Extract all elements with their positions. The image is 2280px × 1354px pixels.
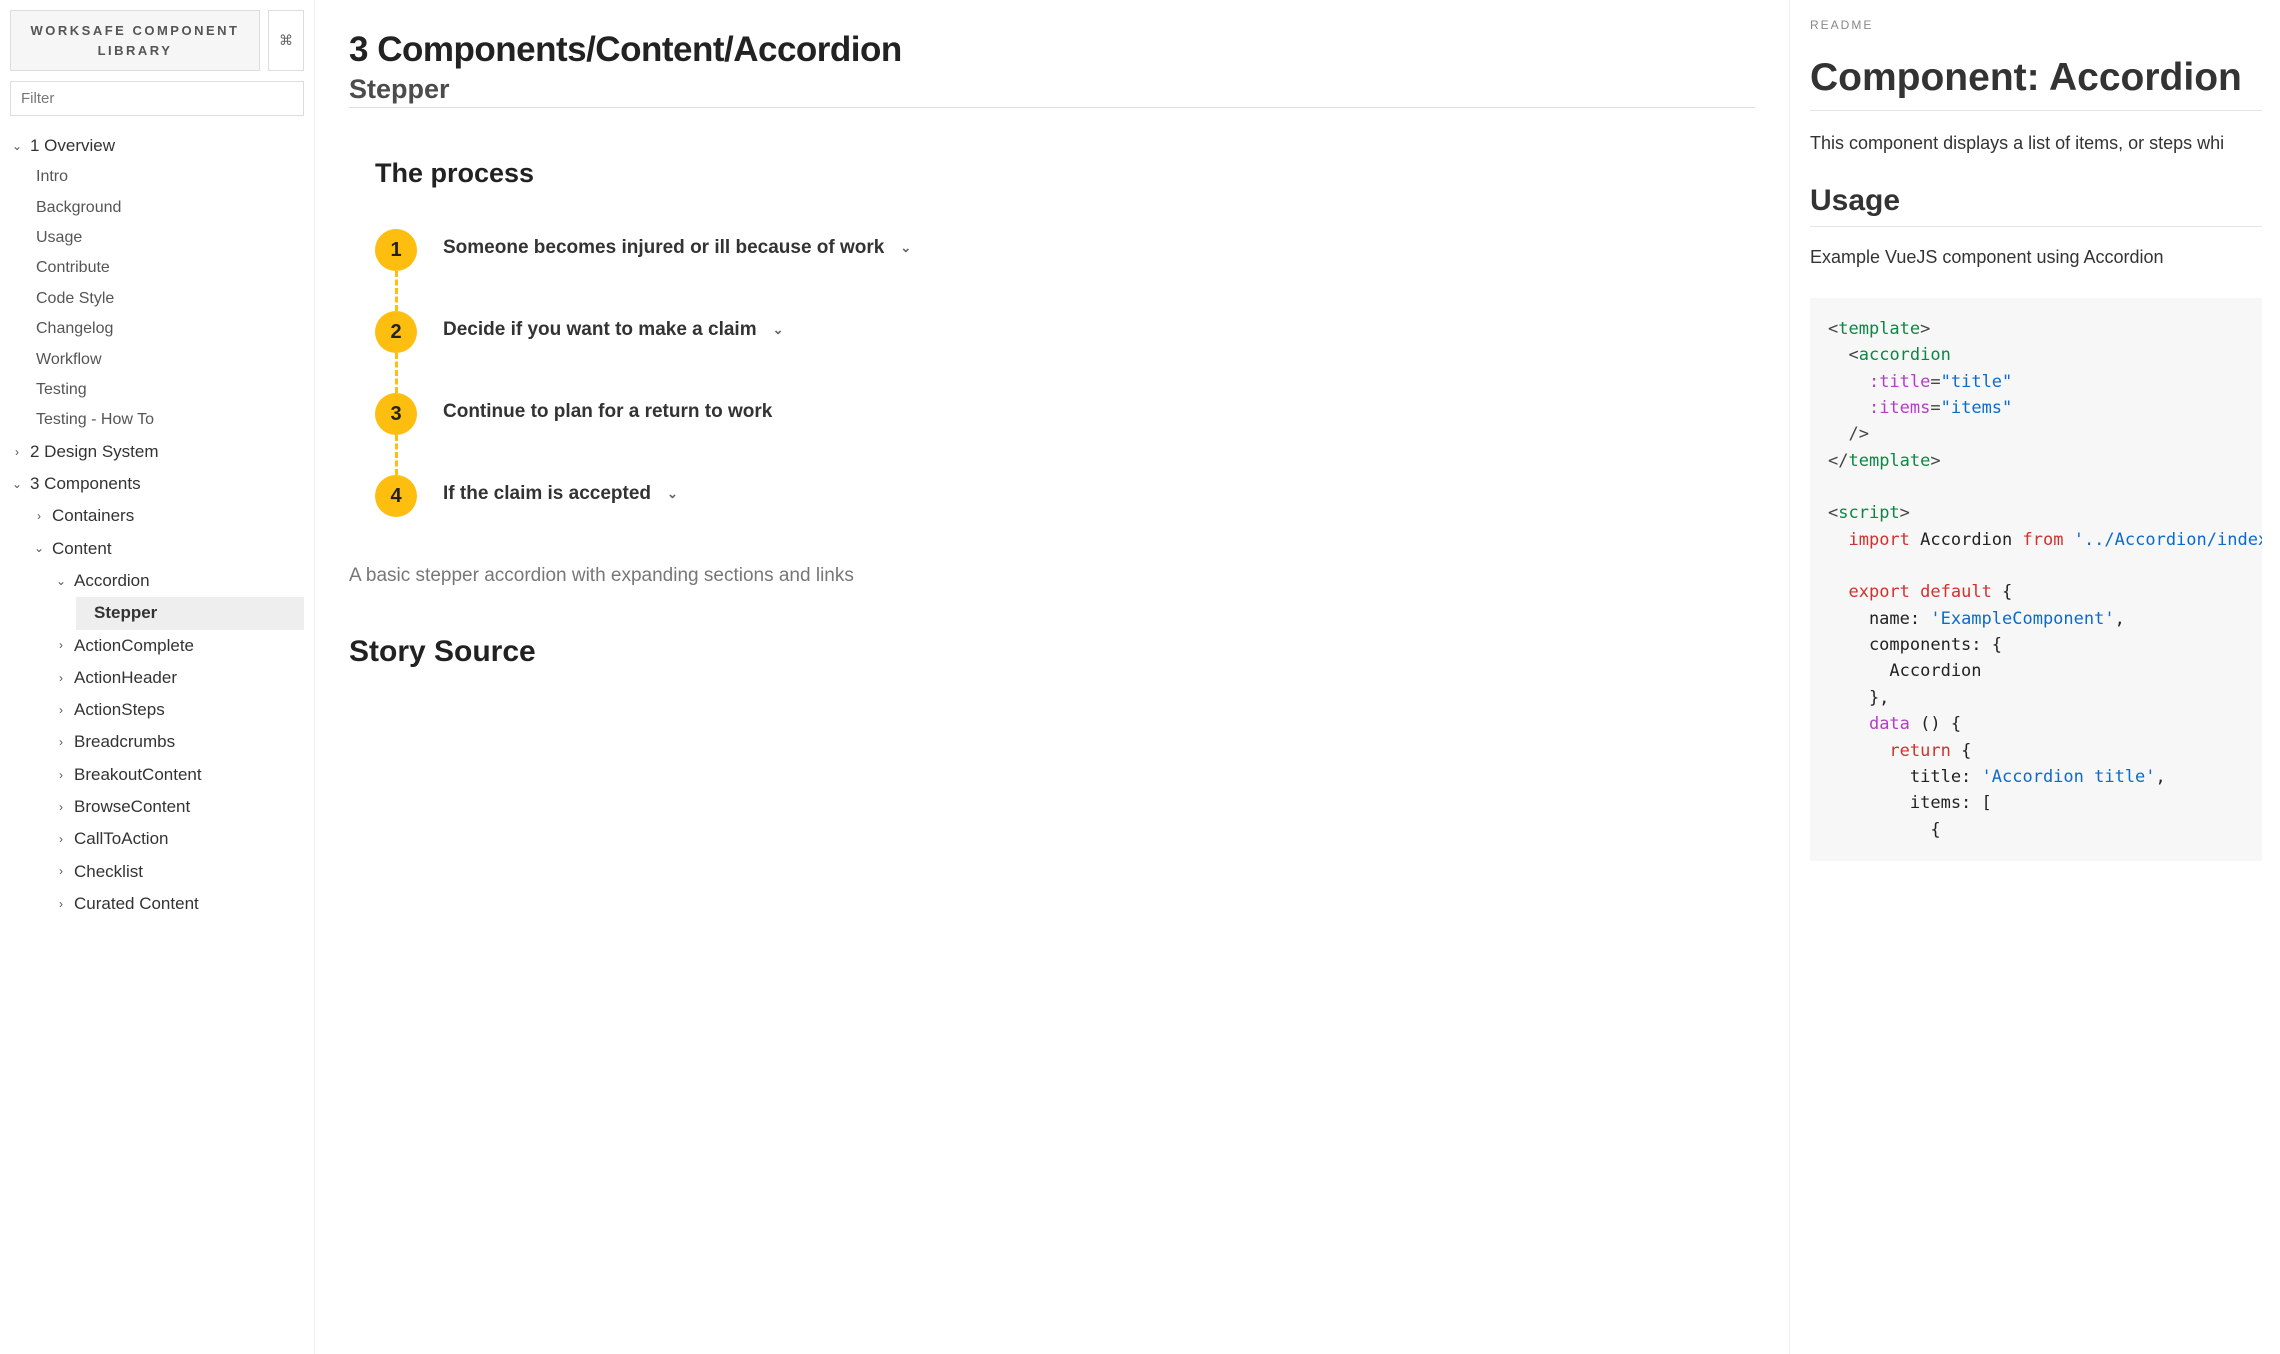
chevron-down-icon: ⌄ <box>10 135 24 158</box>
tree-item-stepper[interactable]: Stepper <box>76 597 304 629</box>
step-label: Decide if you want to make a claim <box>443 319 757 341</box>
readme-label: README <box>1810 18 2262 32</box>
step-badge: 2 <box>375 311 417 353</box>
tree-item-containers: › Containers <box>32 500 304 532</box>
step-badge: 4 <box>375 475 417 517</box>
chevron-right-icon: › <box>54 893 68 916</box>
tree-label: Accordion <box>74 565 150 597</box>
readme-intro: This component displays a list of items,… <box>1810 133 2262 154</box>
brand-title: WORKSAFE COMPONENT LIBRARY <box>10 10 260 71</box>
step-3[interactable]: 3 Continue to plan for a return to work <box>375 393 1755 475</box>
tree-label: BreakoutContent <box>74 759 202 791</box>
chevron-right-icon: › <box>10 441 24 464</box>
tree-item-contribute[interactable]: Contribute <box>32 253 304 283</box>
tree-label: CallToAction <box>74 823 169 855</box>
tree-label: Stepper <box>94 597 157 629</box>
tree-item-curatedcontent[interactable]: › Curated Content <box>54 888 304 920</box>
tree-label: ActionSteps <box>74 694 165 726</box>
page-title: 3 Components/Content/Accordion <box>349 30 1755 70</box>
tree-toggle-overview[interactable]: ⌄ 1 Overview <box>10 130 304 162</box>
tree-item-changelog[interactable]: Changelog <box>32 314 304 344</box>
tree-label: ActionComplete <box>74 630 194 662</box>
tree-item-browsecontent[interactable]: › BrowseContent <box>54 791 304 823</box>
tree-item-testing[interactable]: Testing <box>32 375 304 405</box>
tree-section-designsystem: › 2 Design System <box>10 436 304 468</box>
tree-label: Content <box>52 533 112 565</box>
shortcut-button[interactable]: ⌘ <box>268 10 304 71</box>
step-2[interactable]: 2 Decide if you want to make a claim ⌄ <box>375 311 1755 393</box>
tree-toggle-containers[interactable]: › Containers <box>32 500 304 532</box>
main-canvas: 3 Components/Content/Accordion Stepper T… <box>315 0 1789 1354</box>
step-label: Someone becomes injured or ill because o… <box>443 237 884 259</box>
tree-label: 1 Overview <box>30 130 115 162</box>
chevron-right-icon: › <box>32 505 46 528</box>
readme-panel: README Component: Accordion This compone… <box>1790 0 2280 1354</box>
process-heading: The process <box>375 158 1755 189</box>
page-subtitle: Stepper <box>349 74 1755 108</box>
tree-item-actionsteps[interactable]: › ActionSteps <box>54 694 304 726</box>
code-block[interactable]: <template> <accordion :title="title" :it… <box>1810 298 2262 861</box>
step-label: If the claim is accepted <box>443 483 651 505</box>
chevron-down-icon: ⌄ <box>773 322 784 338</box>
tree-label: Breadcrumbs <box>74 726 175 758</box>
tree-item-usage[interactable]: Usage <box>32 223 304 253</box>
tree-item-testing-howto[interactable]: Testing - How To <box>32 405 304 435</box>
tree-item-intro[interactable]: Intro <box>32 162 304 192</box>
tree-item-calltoaction[interactable]: › CallToAction <box>54 823 304 855</box>
step-badge: 3 <box>375 393 417 435</box>
tree-label: 3 Components <box>30 468 141 500</box>
tree-label: ActionHeader <box>74 662 177 694</box>
filter-input[interactable] <box>10 81 304 116</box>
tree-item-workflow[interactable]: Workflow <box>32 345 304 375</box>
tree-toggle-content[interactable]: ⌄ Content <box>32 533 304 565</box>
chevron-down-icon: ⌄ <box>10 473 24 496</box>
chevron-right-icon: › <box>54 764 68 787</box>
story-caption: A basic stepper accordion with expanding… <box>349 565 1755 587</box>
tree-item-codestyle[interactable]: Code Style <box>32 284 304 314</box>
chevron-right-icon: › <box>54 860 68 883</box>
stepper: 1 Someone becomes injured or ill because… <box>375 229 1755 517</box>
step-4[interactable]: 4 If the claim is accepted ⌄ <box>375 475 1755 517</box>
tree-label: 2 Design System <box>30 436 159 468</box>
chevron-right-icon: › <box>54 828 68 851</box>
tree-item-breakoutcontent[interactable]: › BreakoutContent <box>54 759 304 791</box>
readme-h2: Usage <box>1810 184 2262 227</box>
readme-usage-intro: Example VueJS component using Accordion <box>1810 247 2262 268</box>
tree-toggle-components[interactable]: ⌄ 3 Components <box>10 468 304 500</box>
readme-h1: Component: Accordion <box>1810 56 2262 111</box>
step-1[interactable]: 1 Someone becomes injured or ill because… <box>375 229 1755 311</box>
nav-tree: ⌄ 1 Overview Intro Background Usage Cont… <box>10 130 304 920</box>
chevron-right-icon: › <box>54 699 68 722</box>
chevron-down-icon: ⌄ <box>900 240 911 256</box>
step-badge: 1 <box>375 229 417 271</box>
story-source-heading: Story Source <box>349 635 1755 669</box>
tree-item-accordion: ⌄ Accordion Stepper <box>54 565 304 630</box>
chevron-right-icon: › <box>54 634 68 657</box>
tree-item-background[interactable]: Background <box>32 193 304 223</box>
tree-section-components: ⌄ 3 Components › Containers ⌄ Content <box>10 468 304 920</box>
chevron-right-icon: › <box>54 667 68 690</box>
tree-item-actionheader[interactable]: › ActionHeader <box>54 662 304 694</box>
tree-label: Containers <box>52 500 134 532</box>
tree-item-checklist[interactable]: › Checklist <box>54 856 304 888</box>
chevron-down-icon: ⌄ <box>667 486 678 502</box>
chevron-down-icon: ⌄ <box>54 570 68 593</box>
sidebar: WORKSAFE COMPONENT LIBRARY ⌘ ⌄ 1 Overvie… <box>0 0 315 1354</box>
tree-label: Checklist <box>74 856 143 888</box>
tree-item-content: ⌄ Content ⌄ Accordion Stepper <box>32 533 304 921</box>
tree-label: BrowseContent <box>74 791 190 823</box>
chevron-right-icon: › <box>54 796 68 819</box>
step-label: Continue to plan for a return to work <box>443 401 772 423</box>
tree-label: Curated Content <box>74 888 199 920</box>
tree-toggle-accordion[interactable]: ⌄ Accordion <box>54 565 304 597</box>
tree-section-overview: ⌄ 1 Overview Intro Background Usage Cont… <box>10 130 304 436</box>
chevron-down-icon: ⌄ <box>32 537 46 560</box>
tree-item-breadcrumbs[interactable]: › Breadcrumbs <box>54 726 304 758</box>
chevron-right-icon: › <box>54 731 68 754</box>
tree-item-actioncomplete[interactable]: › ActionComplete <box>54 630 304 662</box>
tree-toggle-designsystem[interactable]: › 2 Design System <box>10 436 304 468</box>
